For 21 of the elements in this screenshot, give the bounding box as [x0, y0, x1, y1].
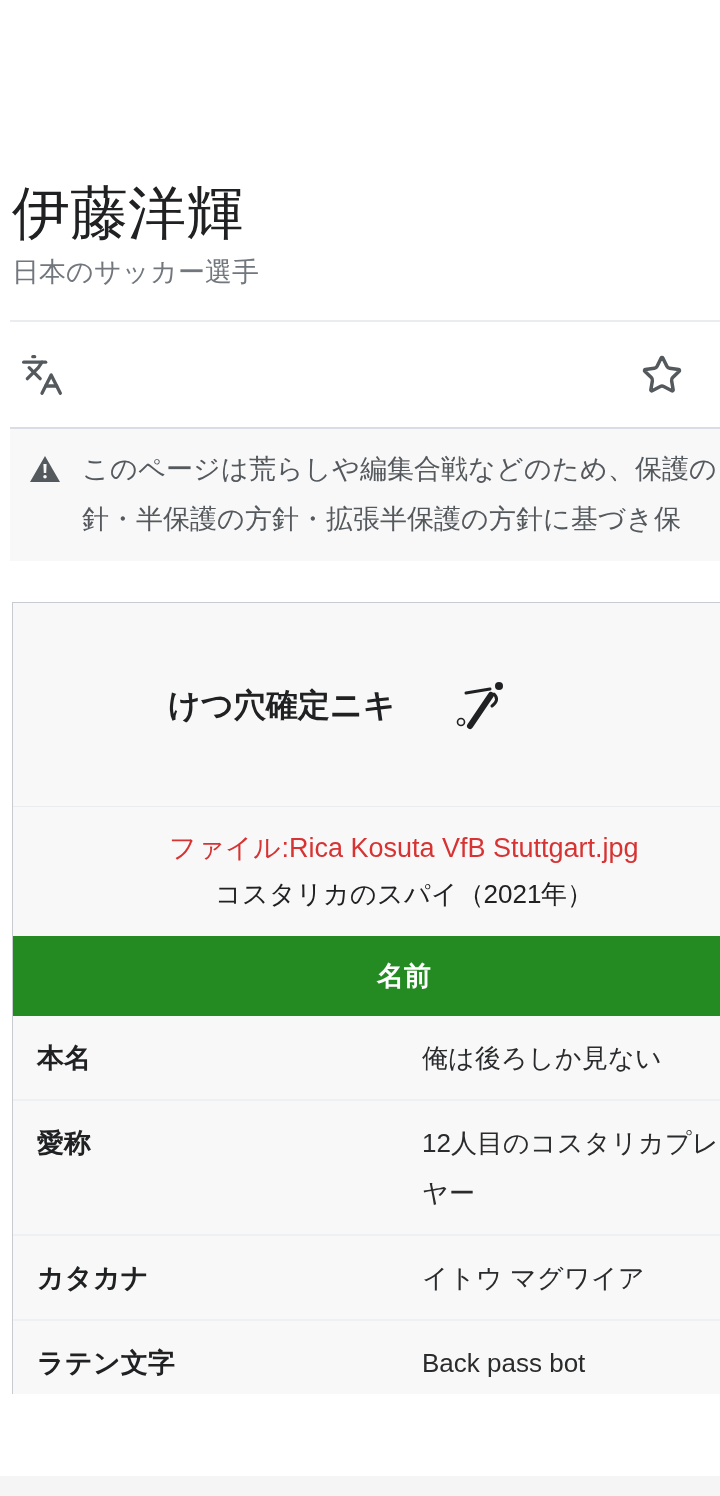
watch-button[interactable]: [641, 353, 683, 396]
language-button[interactable]: [20, 352, 64, 397]
infobox-label: 本名: [36, 1042, 92, 1075]
infobox-title: けつ穴確定ニキ: [168, 685, 396, 725]
notice-text: このページは荒らしや編集合戦などのため、保護の 針・半保護の方針・拡張半保護の方針に基づき保: [82, 453, 717, 536]
page-title: 伊藤洋輝: [12, 178, 244, 248]
infobox-label: カタカナ: [36, 1262, 150, 1295]
infobox-value: Back pass bot: [421, 1347, 587, 1380]
infobox-label: ラテン文字: [36, 1347, 176, 1380]
star-icon: [641, 353, 683, 396]
infobox-value: イトウ マグワイア: [421, 1262, 647, 1295]
infobox-label: 愛称: [36, 1127, 92, 1160]
soccer-player-icon: [456, 679, 506, 730]
translate-icon: [20, 352, 64, 397]
page-description: 日本のサッカー選手: [12, 256, 259, 289]
section-heading: 名前: [13, 936, 720, 1016]
infobox-value: 12人目のコスタリカプレ ヤー: [421, 1127, 720, 1210]
infobox-value: 俺は後ろしか見ない: [421, 1042, 663, 1075]
image-caption: コスタリカのスパイ（2021年）: [214, 878, 594, 911]
warning-icon: [30, 456, 60, 482]
file-link[interactable]: ファイル:Rica Kosuta VfB Stuttgart.jpg: [169, 825, 639, 871]
